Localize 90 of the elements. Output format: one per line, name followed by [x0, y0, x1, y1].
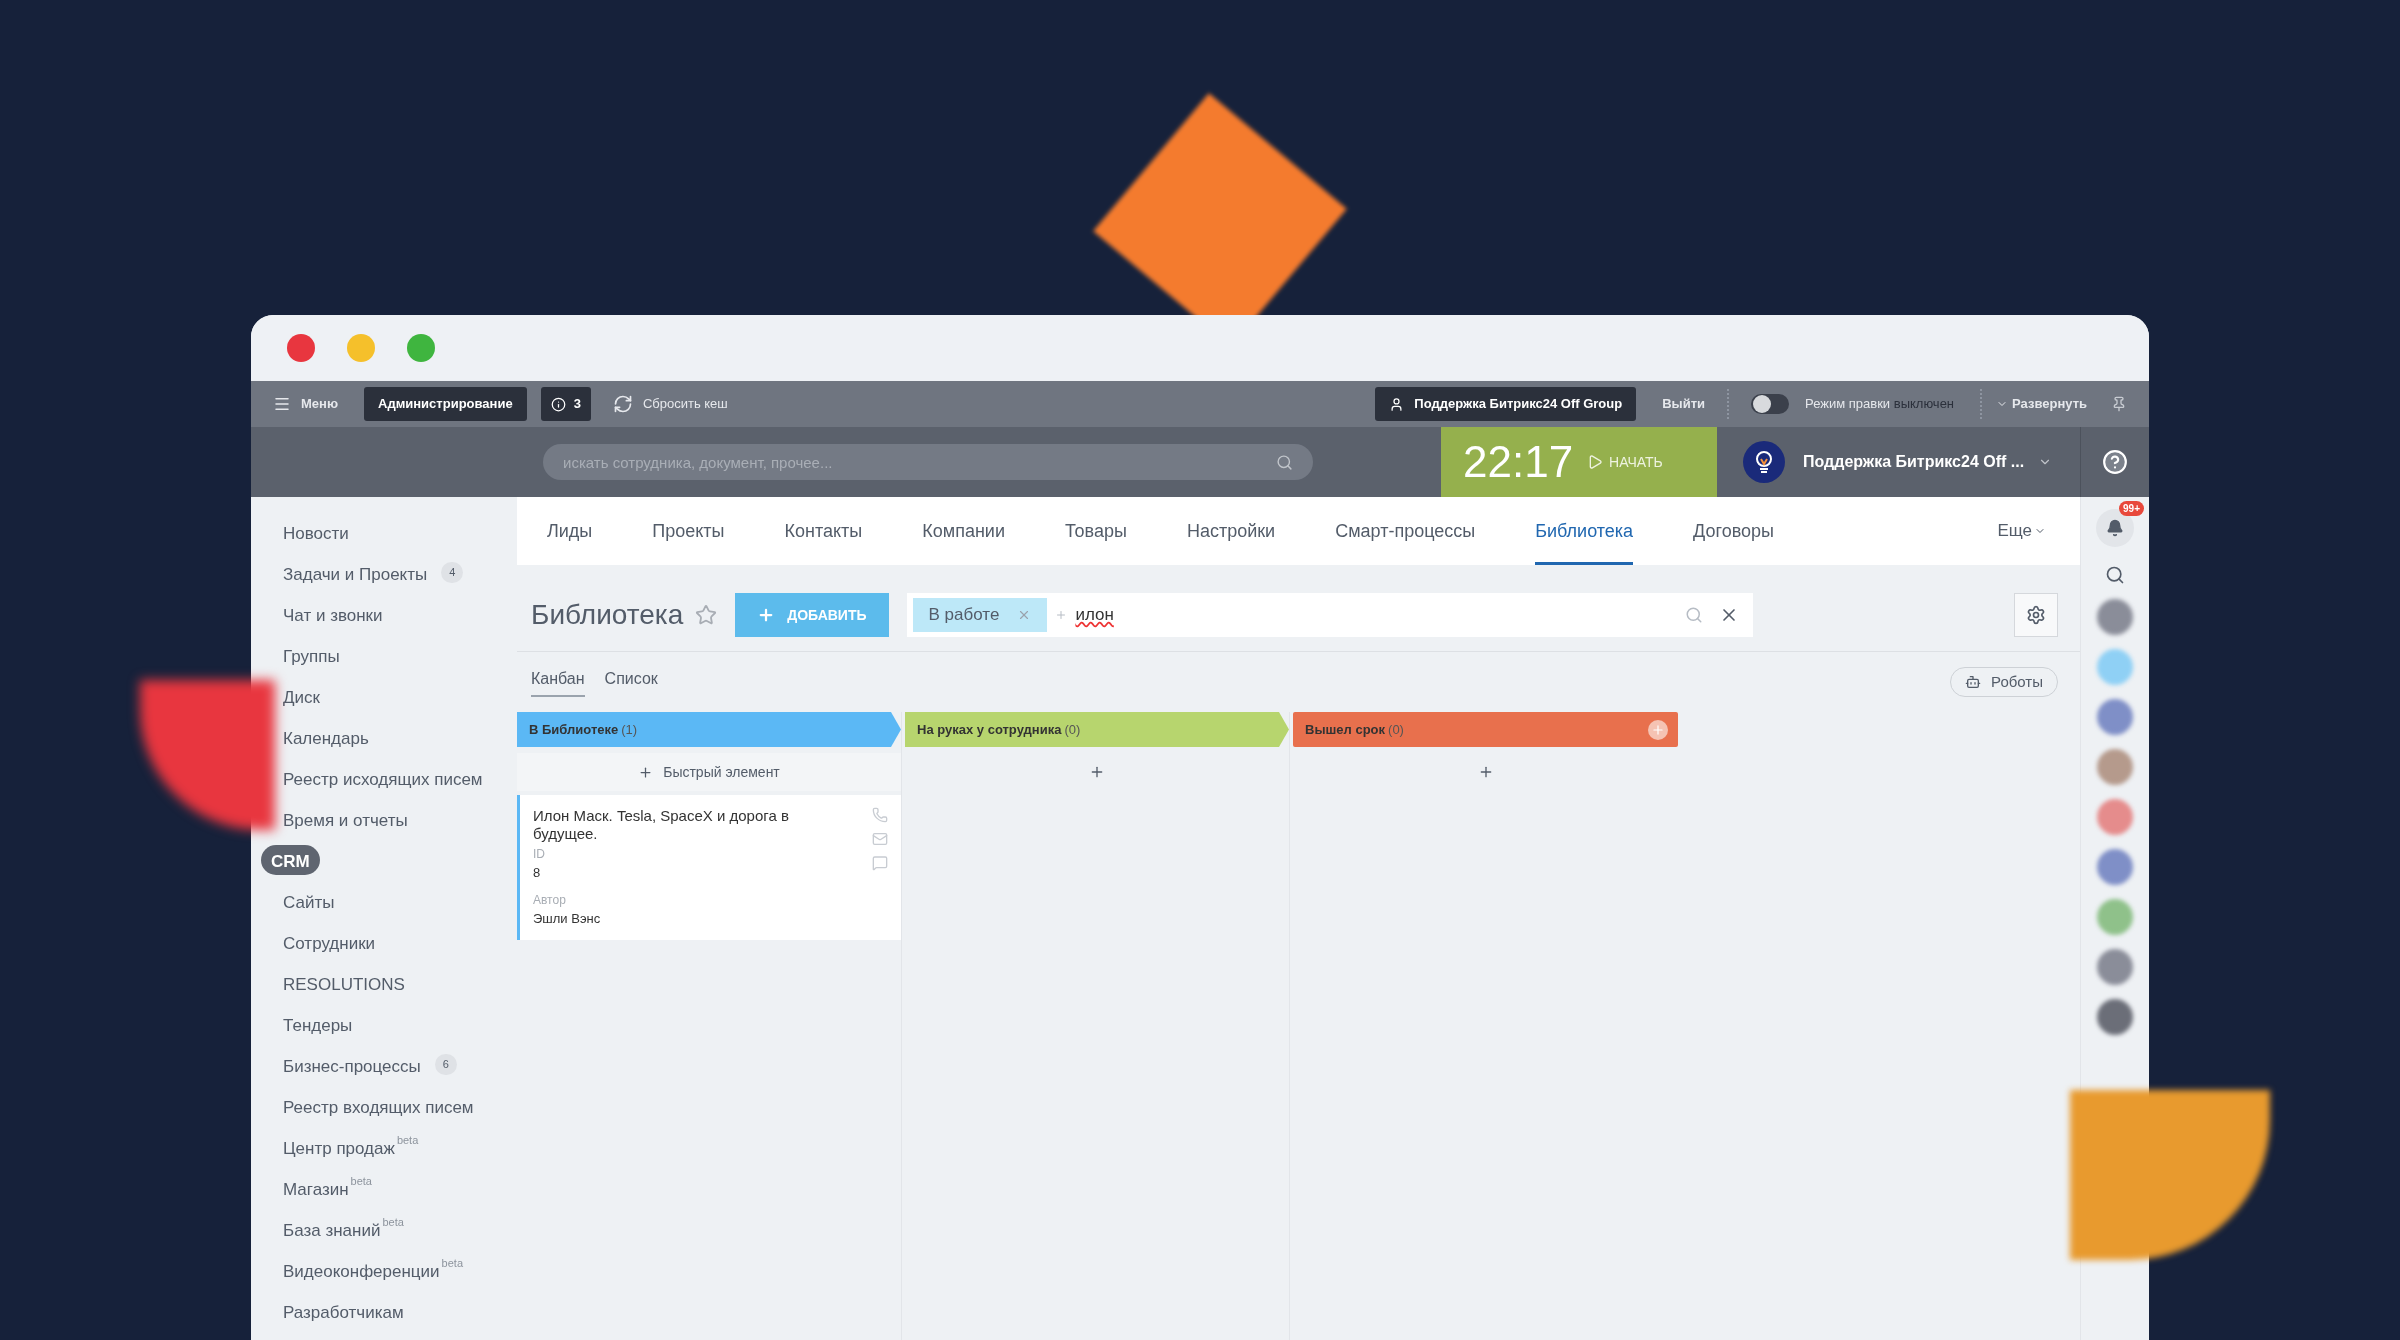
mail-icon[interactable] — [872, 831, 888, 847]
robot-icon — [1965, 674, 1982, 690]
search-icon — [1276, 454, 1293, 471]
refresh-icon — [612, 394, 633, 414]
field-label: ID — [533, 846, 546, 863]
card-title: Илон Маск. Tesla, SpaceX и дорога в будущее. — [533, 807, 790, 843]
nav-tab[interactable]: Договоры — [1693, 497, 1774, 565]
kanban-card[interactable]: Илон Маск. Tesla, SpaceX и дорога в будущее. ID 8 Автор Эшли Вэнс — [517, 795, 901, 940]
quick-add-button[interactable]: Быстрый элемент — [517, 753, 901, 791]
timer-time: 22:17 — [1463, 436, 1574, 488]
sidebar-item[interactable]: Тендеры — [271, 1008, 365, 1039]
sidebar-item[interactable]: Календарь — [271, 721, 381, 752]
sidebar-item[interactable]: Время и отчеты — [271, 803, 420, 834]
admin-button[interactable]: Администрирование — [364, 387, 527, 421]
sidebar-item[interactable]: CRM — [261, 844, 320, 875]
chat-icon[interactable] — [872, 855, 888, 871]
avatar-icon[interactable] — [2097, 749, 2133, 785]
menu-icon — [273, 395, 291, 413]
sidebar-item[interactable]: Сайты — [271, 885, 347, 916]
filter-query: илон — [1075, 604, 1114, 627]
user-button[interactable]: Поддержка Битрикс24 Off Group — [1375, 387, 1637, 421]
filter-chip[interactable]: В работе — [912, 598, 1048, 632]
more-tabs-button[interactable]: Еще — [1997, 497, 2046, 565]
avatar-icon[interactable] — [2097, 799, 2133, 835]
info-icon — [550, 396, 566, 412]
messages-button[interactable]: 3 — [540, 387, 591, 421]
counter-badge: 4 — [441, 562, 464, 583]
add-stage-icon[interactable] — [1648, 719, 1668, 740]
plus-icon — [638, 764, 654, 780]
sidebar-item[interactable]: Задачи и Проекты — [271, 557, 440, 588]
sidebar-item[interactable]: Новости — [271, 516, 361, 547]
bell-icon — [2106, 519, 2124, 537]
nav-tab[interactable]: Контакты — [784, 497, 863, 565]
sidebar-item[interactable]: Реестр исходящих писем — [271, 762, 495, 793]
sidebar-item[interactable]: Группы — [271, 639, 352, 670]
view-tab[interactable]: Канбан — [531, 667, 585, 697]
sidebar-item[interactable]: Бизнес-процессы — [271, 1049, 433, 1080]
user-icon — [1389, 396, 1405, 412]
star-icon[interactable] — [695, 604, 718, 626]
field-value: Эшли Вэнс — [533, 909, 602, 928]
view-tab[interactable]: Список — [604, 667, 658, 697]
column-header: Вышел срок (0) — [1293, 712, 1678, 747]
phone-icon[interactable] — [872, 807, 888, 823]
sidebar-item[interactable]: Диск — [271, 680, 332, 711]
field-label: Автор — [533, 891, 567, 909]
column-header: В Библиотеке (1) — [517, 712, 901, 747]
plus-icon[interactable] — [1089, 764, 1105, 780]
avatar-icon[interactable] — [2097, 849, 2133, 885]
sidebar-item[interactable]: RESOLUTIONS — [271, 967, 417, 998]
nav-tab[interactable]: Товары — [1065, 497, 1127, 565]
counter-badge: 6 — [434, 1054, 457, 1075]
plus-icon — [1055, 609, 1068, 621]
sidebar-item[interactable]: Реестр входящих писем — [271, 1090, 486, 1121]
avatar-icon[interactable] — [2097, 949, 2133, 985]
maximize-button[interactable] — [407, 334, 435, 362]
avatar-icon[interactable] — [2097, 699, 2133, 735]
page-title: Библиотека — [531, 598, 684, 632]
nav-tab[interactable]: Компании — [922, 497, 1005, 565]
settings-button[interactable] — [2014, 593, 2058, 637]
menu-button[interactable]: Меню — [273, 394, 338, 414]
nav-tab[interactable]: Библиотека — [1535, 497, 1634, 565]
search-icon — [1684, 606, 1703, 624]
play-icon — [1587, 454, 1604, 470]
reset-cache-button[interactable]: Сбросить кеш — [612, 394, 728, 414]
avatar-icon[interactable] — [2097, 599, 2133, 635]
edit-mode-switch[interactable] — [1751, 394, 1790, 414]
nav-tab[interactable]: Смарт-процессы — [1335, 497, 1476, 565]
avatar-icon[interactable] — [2097, 999, 2133, 1035]
nav-tab[interactable]: Настройки — [1186, 497, 1276, 565]
nav-tab[interactable]: Проекты — [652, 497, 725, 565]
close-button[interactable] — [287, 334, 315, 362]
column-header: На руках у сотрудника (0) — [905, 712, 1289, 747]
settings-icon — [2026, 605, 2046, 625]
pin-icon[interactable] — [2111, 396, 2127, 412]
help-icon[interactable] — [2102, 449, 2128, 475]
sidebar-item[interactable]: Сотрудники — [271, 926, 388, 957]
edit-mode-label: Режим правки выключен — [1805, 395, 1955, 414]
logout-link[interactable]: Выйти — [1662, 394, 1706, 414]
expand-button[interactable]: Развернуть — [1996, 394, 2087, 414]
sidebar-item[interactable]: Разработчикам — [271, 1295, 416, 1326]
search-icon[interactable] — [2105, 565, 2125, 585]
avatar-icon[interactable] — [2097, 899, 2133, 935]
account-button[interactable]: Поддержка Битрикс24 Off ... — [1803, 450, 2053, 474]
field-value: 8 — [533, 864, 542, 882]
nav-tab[interactable]: Лиды — [547, 497, 593, 565]
notification-count: 99+ — [2119, 501, 2144, 516]
filter-field[interactable]: В работе илон — [906, 593, 1753, 637]
sidebar-item[interactable]: Чат и звонки — [271, 598, 395, 629]
minimize-button[interactable] — [347, 334, 375, 362]
lightbulb-icon — [1743, 441, 1785, 483]
